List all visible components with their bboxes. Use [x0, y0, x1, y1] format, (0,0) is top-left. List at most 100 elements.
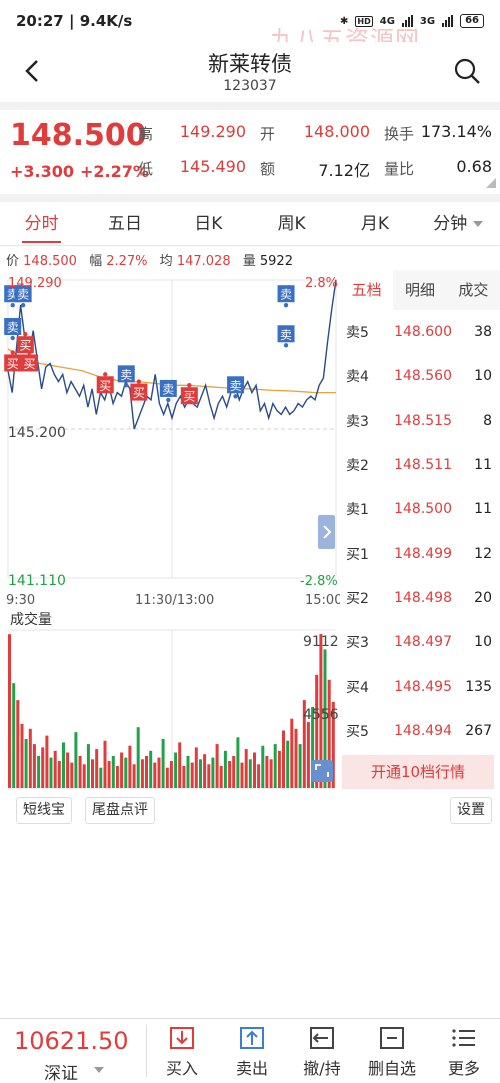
battery-icon: 66: [460, 14, 484, 28]
sell-signal-tag[interactable]: 卖: [277, 285, 295, 308]
tail-comment-button[interactable]: 尾盘点评: [85, 797, 155, 824]
remove-watchlist-label: 删自选: [367, 1059, 416, 1078]
search-icon[interactable]: [452, 56, 482, 86]
order-label: 卖5: [346, 325, 369, 342]
security-code: 123037: [223, 78, 277, 94]
volume-bar: [286, 740, 290, 788]
settings-button[interactable]: 设置: [450, 797, 492, 824]
order-row: 买3 148.497 10: [340, 620, 500, 664]
volume-bar: [132, 764, 136, 788]
order-book-rows: 卖5 148.600 38 卖4 148.560 10 卖3 148.515 8 卖2 148…: [340, 310, 500, 753]
quote-panel[interactable]: 148.500 +3.300 +2.27% 高 149.290 开 148.000…: [0, 110, 500, 194]
tab-weekly-k[interactable]: 周K: [250, 202, 333, 245]
volume-bar: [261, 745, 265, 788]
volume-bar: [232, 755, 236, 788]
divider: [0, 194, 500, 202]
volume-bar: [95, 749, 99, 788]
fullscreen-icon[interactable]: [311, 760, 333, 782]
sell-signal-tag[interactable]: 卖: [159, 379, 177, 403]
buy-signal-tag[interactable]: 买: [16, 332, 34, 354]
tab-monthly-k[interactable]: 月K: [333, 202, 416, 245]
signal-label: 卖: [230, 379, 242, 393]
tab-detail[interactable]: 明细: [393, 270, 446, 310]
chevron-down-icon[interactable]: [94, 1067, 104, 1073]
remove-watchlist-button[interactable]: 删自选: [360, 1023, 424, 1079]
signal-icon-2: [442, 15, 454, 27]
order-price: 148.497: [394, 634, 452, 651]
volume-bar: [282, 730, 285, 788]
volume-bar: [78, 755, 82, 788]
sell-signal-tag[interactable]: 卖: [277, 325, 295, 348]
chevron-down-icon: [473, 221, 484, 227]
buy-signal-tag[interactable]: 买: [96, 372, 114, 394]
volume-bar: [248, 759, 252, 788]
order-row: 买2 148.498 20: [340, 576, 500, 620]
order-row: 买1 148.499 12: [340, 531, 500, 575]
info-vol: 5922: [259, 254, 293, 269]
more-button[interactable]: 更多: [432, 1023, 496, 1079]
order-label: 卖1: [346, 502, 369, 519]
upgrade-level10-button[interactable]: 开通10档行情: [342, 755, 494, 789]
volume-bar: [240, 762, 244, 788]
order-label: 买1: [346, 546, 369, 563]
volume-bar: [223, 750, 227, 788]
order-label: 买3: [346, 635, 369, 652]
tab-intraday[interactable]: 分时: [0, 202, 83, 245]
intraday-chart[interactable]: 卖卖卖买买买买卖买 卖买卖卖卖 149.290 145.200 141.110 2…: [0, 270, 340, 792]
signal-label: 卖: [280, 288, 292, 302]
index-value[interactable]: 10621.50: [14, 1027, 129, 1055]
cancel-hold-button[interactable]: 撤/持: [290, 1023, 354, 1079]
sell-button[interactable]: 卖出: [220, 1023, 284, 1079]
order-price: 148.511: [394, 457, 452, 474]
app-root: { "status": {"time": "20:27", "speed": "…: [0, 0, 500, 1083]
volume-bar: [228, 761, 232, 788]
volume-bar: [273, 744, 277, 788]
page-title: 新莱转债: [208, 52, 292, 76]
open-value: 148.000: [303, 122, 370, 141]
chart-grid: [7, 279, 337, 789]
volratio-value: 0.68: [456, 157, 492, 176]
info-avg-label: 均: [159, 254, 173, 269]
status-speed: 9.4K/s: [79, 12, 133, 30]
sell-label: 卖出: [235, 1059, 268, 1078]
order-row: 卖5 148.600 38: [340, 310, 500, 354]
volume-bar: [136, 727, 140, 788]
expand-right-icon[interactable]: [318, 515, 335, 549]
status-bar: 20:27 | 9.4K/s ✱ HD 4G 3G 66: [0, 0, 500, 42]
volume-bar: [103, 740, 107, 788]
volume-bars: [8, 634, 335, 788]
short-line-button[interactable]: 短线宝: [16, 797, 72, 824]
buy-signal-tag[interactable]: 买: [4, 350, 22, 372]
tab-minute-label: 分钟: [433, 214, 468, 234]
tab-five-levels[interactable]: 五档: [340, 270, 394, 310]
buy-button[interactable]: 买入: [150, 1023, 214, 1079]
buy-label: 买入: [165, 1059, 198, 1078]
expand-corner-icon[interactable]: [486, 178, 496, 188]
tab-daily-k[interactable]: 日K: [167, 202, 250, 245]
time-label-close: 15:00: [305, 593, 340, 608]
volume-bar: [12, 683, 16, 788]
signal-label: 卖: [280, 328, 292, 342]
index-name[interactable]: 深证: [44, 1059, 78, 1083]
order-row: 卖2 148.511 11: [340, 443, 500, 487]
volume-bar: [8, 634, 11, 788]
high-value: 149.290: [179, 122, 246, 141]
volume-bar: [91, 759, 94, 788]
order-label: 卖2: [346, 458, 369, 475]
buy-signal-tag[interactable]: 买: [21, 350, 39, 372]
volume-bar: [49, 757, 53, 788]
volume-bar: [120, 752, 124, 788]
tab-minute[interactable]: 分钟: [417, 202, 500, 245]
volume-bar: [190, 762, 194, 788]
volume-bar: [111, 755, 115, 788]
order-row: 买4 148.495 135: [340, 664, 500, 708]
volume-bar: [277, 750, 281, 788]
signal-label: 买: [133, 386, 145, 400]
open-label: 开: [260, 125, 276, 143]
undo-icon: [310, 1027, 334, 1049]
tab-trades[interactable]: 成交: [447, 270, 500, 310]
volume-bar: [128, 745, 132, 788]
order-volume: 10: [474, 368, 492, 385]
tab-five-day[interactable]: 五日: [83, 202, 166, 245]
turnover-label: 换手: [384, 125, 415, 143]
